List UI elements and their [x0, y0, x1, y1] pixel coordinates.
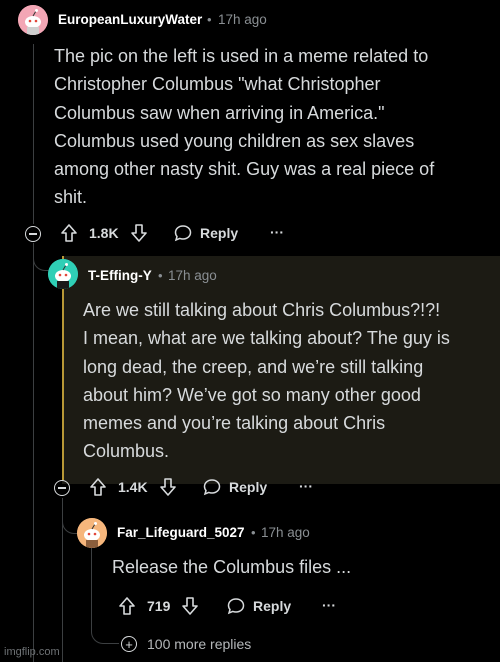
vote-bar: 719 — [119, 597, 199, 615]
more-options-button[interactable]: ··· — [322, 597, 336, 613]
highlight-accent-bar — [62, 256, 64, 480]
collapse-button[interactable] — [25, 226, 41, 242]
comment-line: long dead, the creep, and we’re still ta… — [83, 356, 424, 377]
vote-bar: 1.4K — [90, 478, 176, 496]
avatar[interactable] — [77, 518, 107, 548]
comment-line: Release the Columbus files ... — [112, 557, 352, 577]
more-options-icon: ··· — [270, 224, 284, 240]
watermark: imgflip.com — [4, 646, 60, 658]
more-options-icon: ··· — [322, 597, 336, 613]
username[interactable]: EuropeanLuxuryWater — [58, 12, 202, 27]
timestamp: 17h ago — [218, 12, 267, 27]
comment-line: The pic on the left is used in a meme re… — [54, 46, 429, 66]
snoo-avatar-icon — [18, 5, 48, 35]
comment-bubble-icon — [174, 225, 192, 242]
minus-icon — [29, 233, 37, 235]
reply-button[interactable]: Reply — [174, 224, 238, 242]
downvote-icon[interactable] — [130, 224, 147, 242]
comment-body: Release the Columbus files ... — [112, 553, 492, 581]
thread-line — [33, 44, 34, 224]
comment-line: among other nasty shit. Guy was a real p… — [54, 159, 435, 180]
collapse-button[interactable] — [54, 480, 70, 496]
timestamp: 17h ago — [168, 268, 217, 283]
vote-count: 1.4K — [118, 479, 148, 495]
comment-bubble-icon — [227, 598, 245, 615]
more-options-button[interactable]: ··· — [299, 478, 313, 494]
thread-line — [33, 243, 34, 662]
minus-icon — [58, 487, 66, 489]
comment-line: Columbus saw when arriving in America." — [54, 102, 385, 123]
plus-icon: + — [121, 636, 137, 652]
avatar[interactable] — [18, 5, 48, 35]
comment-body: Are we still talking about Chris Columbu… — [83, 296, 495, 466]
vote-bar: 1.8K — [61, 224, 147, 242]
comment-line: Columbus used young children as sex slav… — [54, 130, 415, 151]
comment-line: shit. — [54, 187, 88, 208]
thread-connector — [91, 598, 119, 644]
comment-bubble-icon — [203, 479, 221, 496]
comment-line: about him? We’ve got so many other good — [83, 384, 421, 405]
more-replies-link[interactable]: + 100 more replies — [121, 636, 251, 652]
comment-line: Columbus. — [83, 441, 170, 462]
comment-line: Christopher Columbus "what Christopher — [54, 74, 381, 95]
timestamp: 17h ago — [261, 525, 310, 540]
vote-count: 719 — [147, 598, 171, 614]
vote-count: 1.8K — [89, 225, 119, 241]
comment-line: Are we still talking about Chris Columbu… — [83, 300, 441, 320]
upvote-icon[interactable] — [119, 597, 135, 615]
reply-button[interactable]: Reply — [227, 597, 291, 615]
thread-connector — [62, 498, 78, 534]
reply-label: Reply — [229, 479, 268, 495]
separator-dot: • — [207, 12, 212, 27]
avatar[interactable] — [48, 259, 78, 289]
downvote-icon[interactable] — [159, 478, 176, 496]
username[interactable]: Far_Lifeguard_5027 — [117, 525, 245, 540]
comment-line: memes and you’re talking about Chris — [83, 413, 386, 434]
thread-connector — [33, 243, 49, 271]
separator-dot: • — [158, 268, 163, 283]
username[interactable]: T-Effing-Y — [88, 268, 152, 283]
downvote-icon[interactable] — [182, 597, 199, 615]
more-options-icon: ··· — [299, 478, 313, 494]
reply-label: Reply — [200, 225, 239, 241]
reply-button[interactable]: Reply — [203, 478, 267, 496]
snoo-avatar-icon — [77, 518, 107, 548]
upvote-icon[interactable] — [61, 224, 77, 242]
upvote-icon[interactable] — [90, 478, 106, 496]
more-options-button[interactable]: ··· — [270, 224, 284, 240]
comment-body: The pic on the left is used in a meme re… — [54, 42, 494, 212]
more-replies-label: 100 more replies — [147, 636, 252, 652]
separator-dot: • — [251, 525, 256, 540]
snoo-avatar-icon — [48, 259, 78, 289]
comment-line: I mean, what are we talking about? The g… — [83, 328, 450, 349]
reply-label: Reply — [253, 598, 292, 614]
